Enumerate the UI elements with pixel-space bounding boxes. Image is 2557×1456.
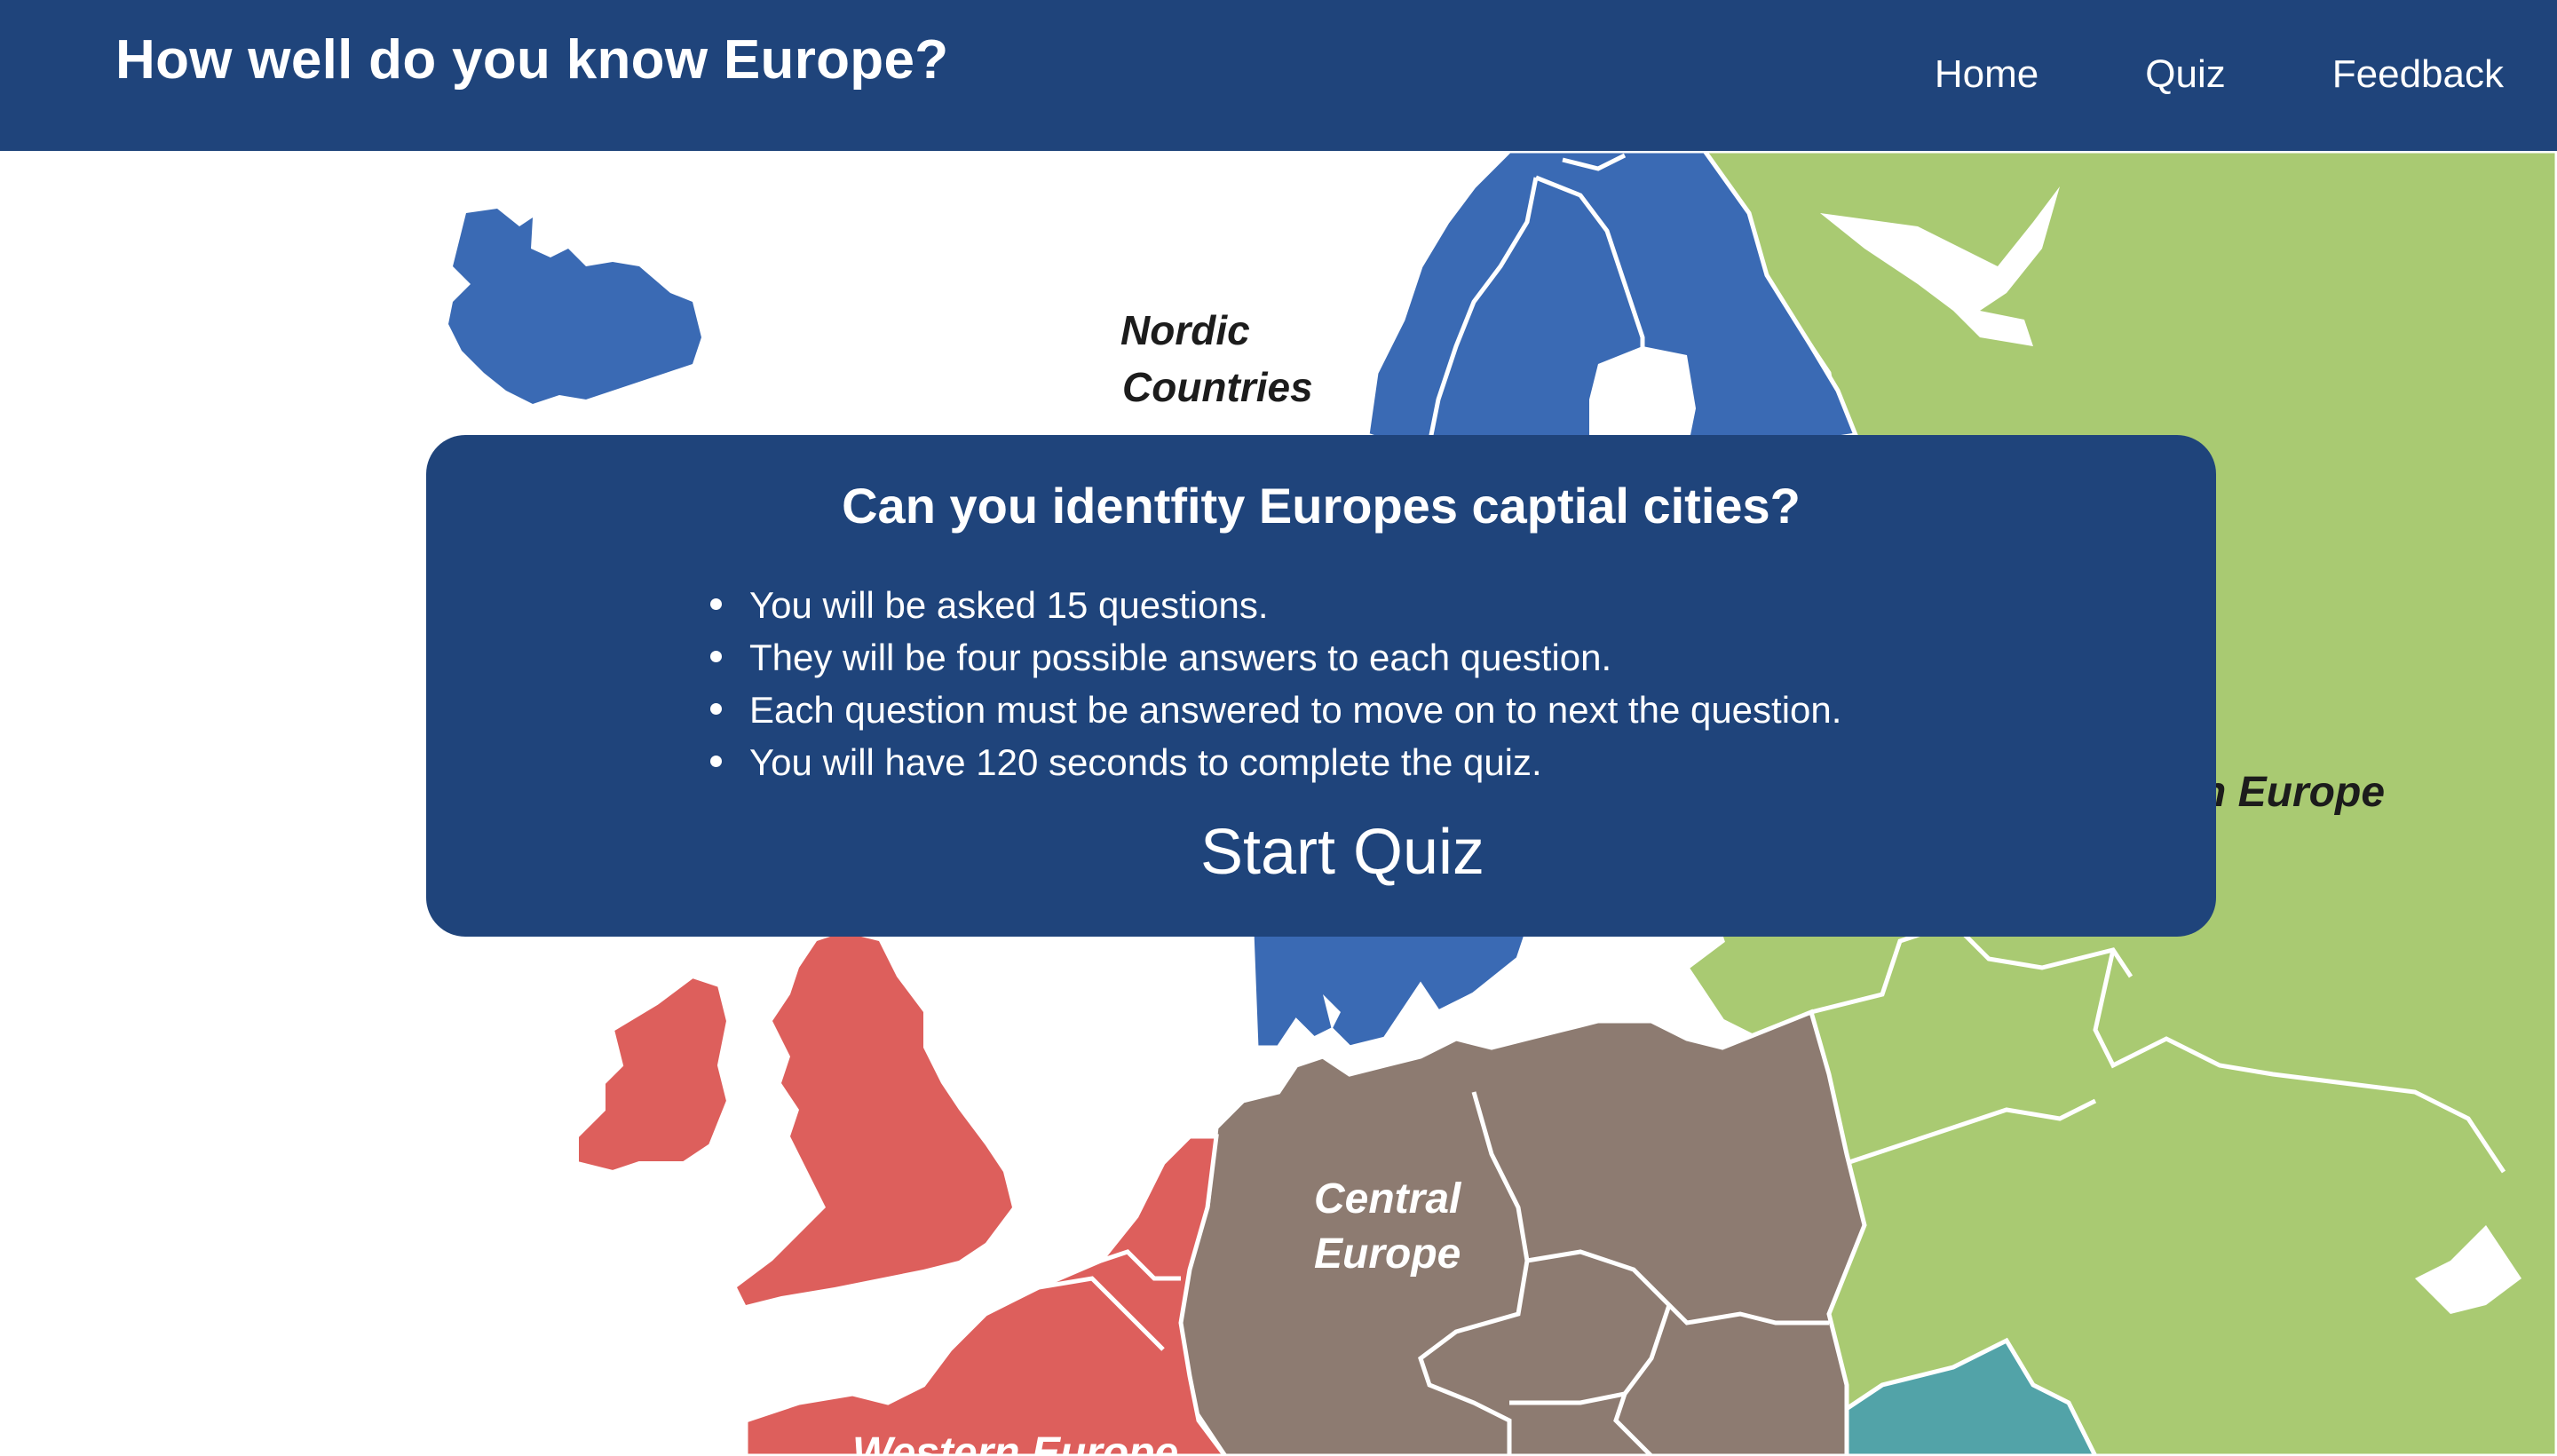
nav-link-home[interactable]: Home	[1935, 46, 2038, 103]
quiz-rules-list: You will be asked 15 questions. They wil…	[710, 579, 1841, 788]
nav-link-feedback[interactable]: Feedback	[2332, 46, 2504, 103]
rule-item: You will have 120 seconds to complete th…	[710, 736, 1841, 788]
bullet-icon	[710, 598, 722, 610]
rule-item: Each question must be answered to move o…	[710, 684, 1841, 736]
main-nav: Home Quiz Feedback	[1935, 46, 2504, 103]
start-quiz-button[interactable]: Start Quiz	[426, 808, 2216, 897]
label-nordic-line1: Nordic	[1120, 307, 1250, 353]
rule-item: They will be four possible answers to ea…	[710, 631, 1841, 684]
bullet-icon	[710, 703, 722, 715]
site-header: How well do you know Europe? Home Quiz F…	[0, 0, 2557, 151]
page: How well do you know Europe? Home Quiz F…	[0, 0, 2557, 1456]
quiz-heading: Can you identfity Europes captial cities…	[842, 478, 1801, 534]
label-western-europe-partial: Western Europe	[852, 1429, 1178, 1456]
label-eastern-europe-partial: n Europe	[2200, 769, 2385, 816]
nav-link-quiz[interactable]: Quiz	[2145, 46, 2225, 103]
bullet-icon	[710, 756, 722, 767]
rule-text: You will have 120 seconds to complete th…	[749, 741, 1542, 783]
rule-text: You will be asked 15 questions.	[749, 584, 1269, 626]
rule-text: Each question must be answered to move o…	[749, 689, 1842, 731]
rule-item: You will be asked 15 questions.	[710, 579, 1841, 631]
rule-text: They will be four possible answers to ea…	[749, 637, 1612, 678]
label-central-line1: Central	[1314, 1175, 1462, 1223]
label-nordic-line2: Countries	[1122, 364, 1313, 410]
quiz-intro-card: Can you identfity Europes captial cities…	[426, 435, 2216, 937]
site-title: How well do you know Europe?	[115, 29, 949, 91]
label-central-line2: Europe	[1314, 1230, 1461, 1278]
bullet-icon	[710, 651, 722, 662]
